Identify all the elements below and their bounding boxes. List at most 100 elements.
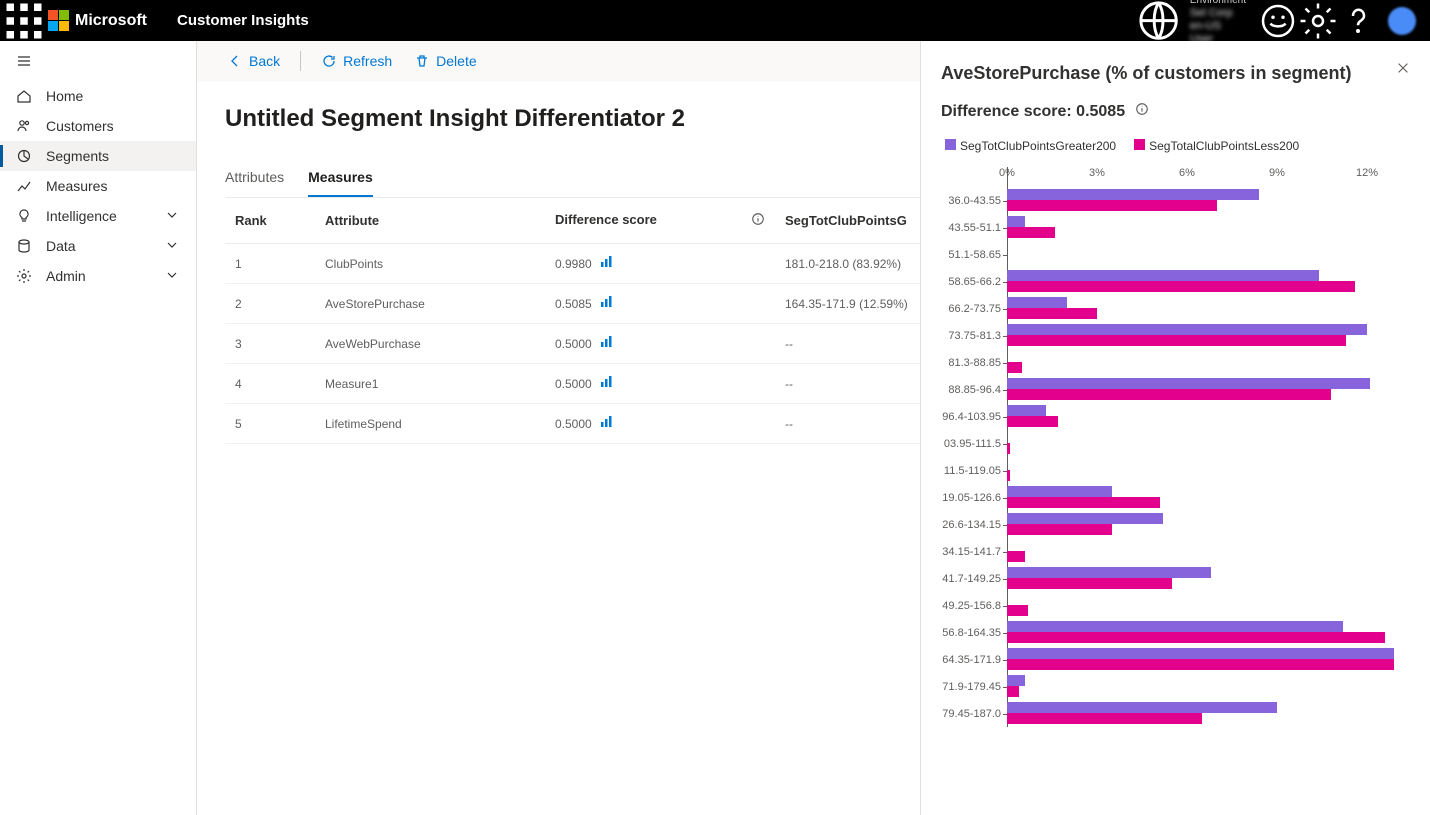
bar-chart-icon[interactable] [600,296,612,308]
delete-label: Delete [436,53,476,69]
detail-panel: AveStorePurchase (% of customers in segm… [920,41,1430,815]
settings-icon[interactable] [1298,0,1338,41]
chart-row: 51.1-58.65 [1007,241,1410,268]
y-label: 64.35-171.9 [942,654,1001,666]
bar-series-2 [1007,443,1010,454]
delete-icon [414,53,430,69]
bar-series-1 [1007,189,1259,200]
help-icon[interactable] [1338,0,1378,41]
chart-row: 03.95-111.5 [1007,430,1410,457]
bar-chart-icon[interactable] [600,256,612,268]
feedback-icon[interactable] [1258,0,1298,41]
sidebar-item-admin[interactable]: Admin [0,261,196,291]
sidebar-toggle[interactable] [0,41,196,81]
swatch-icon [945,139,956,150]
y-label: 51.1-58.65 [948,249,1001,261]
bar-chart-icon[interactable] [600,376,612,388]
chart-rows: 36.0-43.5543.55-51.151.1-58.6558.65-66.2… [1007,187,1410,727]
segment-icon [16,148,32,164]
y-label: 03.95-111.5 [944,438,1001,450]
bar-chart: 0%3%6%9%12% 36.0-43.5543.55-51.151.1-58.… [1007,167,1410,727]
cell-attribute: ClubPoints [315,244,545,284]
bar-chart-icon[interactable] [600,416,612,428]
sidebar-item-segments[interactable]: Segments [0,141,196,171]
sidebar-item-intelligence[interactable]: Intelligence [0,201,196,231]
sidebar-item-measures[interactable]: Measures [0,171,196,201]
cell-rank: 5 [225,404,315,444]
chart-row: 73.75-81.3 [1007,322,1410,349]
bar-series-1 [1007,324,1367,335]
topbar: Microsoft Customer Insights Environment … [0,0,1430,41]
brand-text: Microsoft [75,12,147,30]
bar-series-2 [1007,524,1112,535]
bar-series-1 [1007,702,1277,713]
cell-score: 0.5000 [545,404,775,444]
divider [300,51,301,71]
diff-score-label: Difference score: 0.5085 [941,103,1125,121]
bar-series-1 [1007,567,1211,578]
bar-series-1 [1007,270,1319,281]
globe-icon [1135,0,1182,44]
chart-row: 71.9-179.45 [1007,673,1410,700]
x-axis: 0%3%6%9%12% [1007,167,1410,183]
swatch-icon [1134,139,1145,150]
y-label: 96.4-103.95 [942,411,1001,423]
tab-attributes[interactable]: Attributes [225,161,284,197]
y-label: 11.5-119.05 [944,465,1001,477]
data-icon [16,238,32,254]
y-label: 43.55-51.1 [948,222,1001,234]
info-icon[interactable] [751,212,765,229]
bar-series-2 [1007,227,1055,238]
bar-series-2 [1007,416,1058,427]
bar-series-1 [1007,216,1025,227]
bar-series-1 [1007,648,1394,659]
x-tick: 6% [1179,167,1195,179]
y-label: 88.85-96.4 [948,384,1001,396]
bar-series-2 [1007,497,1160,508]
chart-row: 41.7-149.25 [1007,565,1410,592]
sidebar-item-customers[interactable]: Customers [0,111,196,141]
ms-logo: Microsoft [48,10,147,31]
chart-row: 26.6-134.15 [1007,511,1410,538]
app-name: Customer Insights [177,12,309,29]
legend-label: SegTotalClubPointsLess200 [1149,139,1299,153]
y-label: 49.25-156.8 [942,600,1001,612]
refresh-button[interactable]: Refresh [315,49,398,73]
legend-label: SegTotClubPointsGreater200 [960,139,1116,153]
chart-row: 58.65-66.2 [1007,268,1410,295]
y-label: 58.65-66.2 [948,276,1001,288]
bar-series-2 [1007,200,1217,211]
y-label: 56.8-164.35 [942,627,1001,639]
delete-button[interactable]: Delete [408,49,482,73]
chart-row: 34.15-141.7 [1007,538,1410,565]
bar-series-1 [1007,675,1025,686]
bar-series-2 [1007,578,1172,589]
sidebar-item-home[interactable]: Home [0,81,196,111]
col-attribute[interactable]: Attribute [315,198,545,244]
sidebar-label: Segments [46,148,109,164]
close-button[interactable] [1396,61,1410,78]
y-label: 66.2-73.75 [948,303,1001,315]
bar-series-2 [1007,713,1202,724]
sidebar: Home Customers Segments Measures Intelli… [0,41,197,815]
user-avatar[interactable] [1388,7,1416,35]
legend-item-1: SegTotClubPointsGreater200 [945,139,1116,153]
app-launcher-icon[interactable] [4,0,44,41]
bar-chart-icon[interactable] [600,336,612,348]
bar-series-2 [1007,362,1022,373]
chart-row: 19.05-126.6 [1007,484,1410,511]
bar-series-2 [1007,335,1346,346]
info-icon[interactable] [1135,102,1149,121]
environment-picker[interactable]: Environment Sel Corp en-US User [1135,0,1246,46]
tab-measures[interactable]: Measures [308,161,373,197]
cell-rank: 1 [225,244,315,284]
panel-title: AveStorePurchase (% of customers in segm… [941,63,1410,84]
chart-legend: SegTotClubPointsGreater200 SegTotalClubP… [945,139,1410,153]
y-label: 71.9-179.45 [942,681,1001,693]
chart-row: 96.4-103.95 [1007,403,1410,430]
col-diffscore[interactable]: Difference score [545,198,775,244]
back-button[interactable]: Back [221,49,286,73]
col-rank[interactable]: Rank [225,198,315,244]
chevron-down-icon [164,267,180,286]
sidebar-item-data[interactable]: Data [0,231,196,261]
